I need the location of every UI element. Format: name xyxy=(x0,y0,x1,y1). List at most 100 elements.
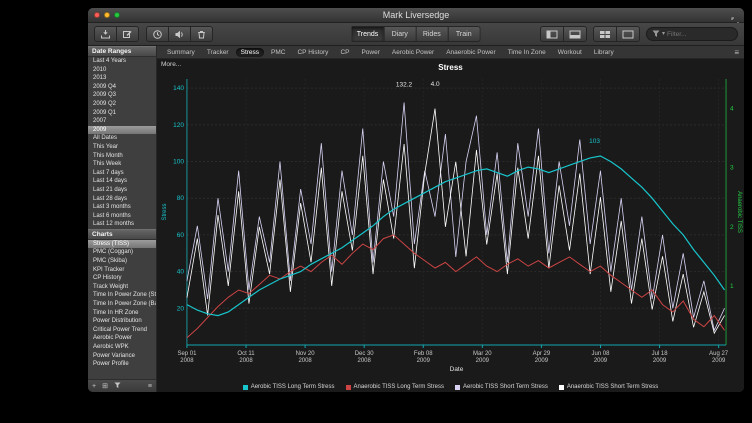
date-range-item[interactable]: This Month xyxy=(88,152,156,161)
date-range-item[interactable]: 2009 xyxy=(88,126,156,135)
date-range-item[interactable]: Last 21 days xyxy=(88,186,156,195)
sidebar: Date Ranges Last 4 Years 2010 2013 2009 … xyxy=(88,46,157,392)
chart-tab[interactable]: Workout xyxy=(553,48,587,57)
import-ride-button[interactable] xyxy=(94,26,117,42)
date-range-item[interactable]: This Week xyxy=(88,160,156,169)
view-tab[interactable]: Trends xyxy=(352,26,385,42)
clock-icon xyxy=(152,29,163,40)
chart-tab[interactable]: PMC xyxy=(266,48,290,57)
chart-item[interactable]: CP History xyxy=(88,274,156,283)
svg-text:Mar 20: Mar 20 xyxy=(473,351,492,357)
chart-item[interactable]: Time In Power Zone (Stacked) xyxy=(88,291,156,300)
view-tab[interactable]: Rides xyxy=(416,26,448,42)
date-range-item[interactable]: 2009 Q1 xyxy=(88,109,156,118)
filter-input[interactable] xyxy=(667,31,732,38)
date-ranges-list: Last 4 Years 2010 2013 2009 Q4 2009 Q3 2… xyxy=(88,57,156,229)
chevron-down-icon[interactable]: ▾ xyxy=(662,31,665,37)
single-view-button[interactable] xyxy=(617,26,640,42)
svg-text:4.0: 4.0 xyxy=(431,81,440,88)
date-range-item[interactable]: Last 7 days xyxy=(88,169,156,178)
svg-text:2009: 2009 xyxy=(653,358,667,364)
chart-tabbar: Summary Tracker Stress PMC CP History CP… xyxy=(157,46,744,59)
date-range-item[interactable]: This Year xyxy=(88,143,156,152)
chart-item[interactable]: Aerobic WPK xyxy=(88,343,156,352)
planned-workout-button[interactable] xyxy=(146,26,169,42)
chart-tab[interactable]: Time In Zone xyxy=(503,48,551,57)
date-ranges-header[interactable]: Date Ranges xyxy=(88,46,156,57)
chart-item[interactable]: Track Weight xyxy=(88,283,156,292)
chart-tab[interactable]: Summary xyxy=(162,48,200,57)
more-link[interactable]: More... xyxy=(161,61,181,68)
window-title: Mark Liversedge xyxy=(88,10,744,20)
svg-text:Anaerobic TISS: Anaerobic TISS xyxy=(736,191,742,233)
date-range-item[interactable]: Last 12 months xyxy=(88,220,156,229)
sidebar-menu-icon[interactable]: ≡ xyxy=(148,383,152,390)
zoom-button[interactable] xyxy=(114,12,120,18)
date-range-item[interactable]: All Dates xyxy=(88,134,156,143)
date-range-item[interactable]: Last 14 days xyxy=(88,177,156,186)
svg-text:2: 2 xyxy=(730,224,734,231)
chart-item[interactable]: Stress (TISS) xyxy=(88,240,156,249)
delete-ride-button[interactable] xyxy=(191,26,213,42)
layout-bottom-icon xyxy=(569,30,581,39)
chart-tab[interactable]: Anaerobic Power xyxy=(441,48,501,57)
stress-plot[interactable]: 204060801001201401234Sep 012008Oct 11200… xyxy=(157,59,744,379)
sidebar-toggle-button[interactable] xyxy=(540,26,564,42)
audio-button[interactable] xyxy=(169,26,191,42)
chart-tab[interactable]: Tracker xyxy=(202,48,234,57)
sidebar-grid-icon[interactable]: ⊞ xyxy=(102,382,108,390)
chart-item[interactable]: PMC (Skiba) xyxy=(88,257,156,266)
bottombar-toggle-button[interactable] xyxy=(564,26,587,42)
chart-tab[interactable]: CP xyxy=(335,48,354,57)
svg-text:60: 60 xyxy=(177,232,185,239)
svg-text:100: 100 xyxy=(173,159,184,166)
minimize-button[interactable] xyxy=(104,12,110,18)
ride-actions-group xyxy=(94,26,139,42)
date-range-item[interactable]: 2009 Q3 xyxy=(88,91,156,100)
chart-item[interactable]: Critical Power Trend xyxy=(88,326,156,335)
chart-item[interactable]: KPI Tracker xyxy=(88,266,156,275)
date-range-item[interactable]: 2010 xyxy=(88,66,156,75)
charts-header[interactable]: Charts xyxy=(88,229,156,240)
date-range-item[interactable]: 2007 xyxy=(88,117,156,126)
chart-tab[interactable]: Library xyxy=(589,48,619,57)
chart-tab[interactable]: Stress xyxy=(236,48,264,57)
date-range-item[interactable]: Last 3 months xyxy=(88,203,156,212)
legend-item: Aerobic TISS Short Term Stress xyxy=(455,384,548,390)
chart-item[interactable]: Time In Power Zone (Bar) xyxy=(88,300,156,309)
svg-text:Stress: Stress xyxy=(162,204,168,221)
chart-item[interactable]: Power Profile xyxy=(88,360,156,369)
traffic-lights xyxy=(94,12,120,18)
chart-item[interactable]: Power Variance xyxy=(88,352,156,361)
date-range-item[interactable]: 2013 xyxy=(88,74,156,83)
legend-swatch xyxy=(243,385,248,390)
svg-text:Oct 11: Oct 11 xyxy=(237,351,255,357)
chart-tab[interactable]: CP History xyxy=(292,48,333,57)
tabbar-menu-icon[interactable]: ≡ xyxy=(734,48,739,57)
close-button[interactable] xyxy=(94,12,100,18)
view-tab[interactable]: Diary xyxy=(384,26,416,42)
chart-item[interactable]: Aerobic Power xyxy=(88,334,156,343)
tiled-view-button[interactable] xyxy=(593,26,617,42)
date-range-item[interactable]: 2009 Q2 xyxy=(88,100,156,109)
content: Date Ranges Last 4 Years 2010 2013 2009 … xyxy=(88,46,744,392)
chart-tab[interactable]: Power xyxy=(356,48,384,57)
date-range-item[interactable]: 2009 Q4 xyxy=(88,83,156,92)
manual-entry-button[interactable] xyxy=(117,26,139,42)
svg-text:103: 103 xyxy=(589,138,600,145)
chart-tab[interactable]: Aerobic Power xyxy=(387,48,439,57)
chart-item[interactable]: Time In HR Zone xyxy=(88,309,156,318)
chart-pane: More... Stress 204060801001201401234Sep … xyxy=(157,59,744,392)
sidebar-add-icon[interactable]: + xyxy=(92,383,96,390)
sidebar-filter-icon[interactable] xyxy=(114,382,121,391)
date-range-item[interactable]: Last 4 Years xyxy=(88,57,156,66)
legend-item: Anaerobic TISS Long Term Stress xyxy=(346,384,445,390)
date-range-item[interactable]: Last 6 months xyxy=(88,212,156,221)
date-range-item[interactable]: Last 28 days xyxy=(88,195,156,204)
chart-item[interactable]: Power Distribution xyxy=(88,317,156,326)
chart-item[interactable]: PMC (Coggan) xyxy=(88,248,156,257)
filter-funnel-icon xyxy=(652,30,660,38)
view-tab[interactable]: Train xyxy=(448,26,480,42)
desktop-background: { "window": { "title": "Mark Liversedge"… xyxy=(0,0,752,423)
legend-label: Anaerobic TISS Short Term Stress xyxy=(567,384,658,390)
